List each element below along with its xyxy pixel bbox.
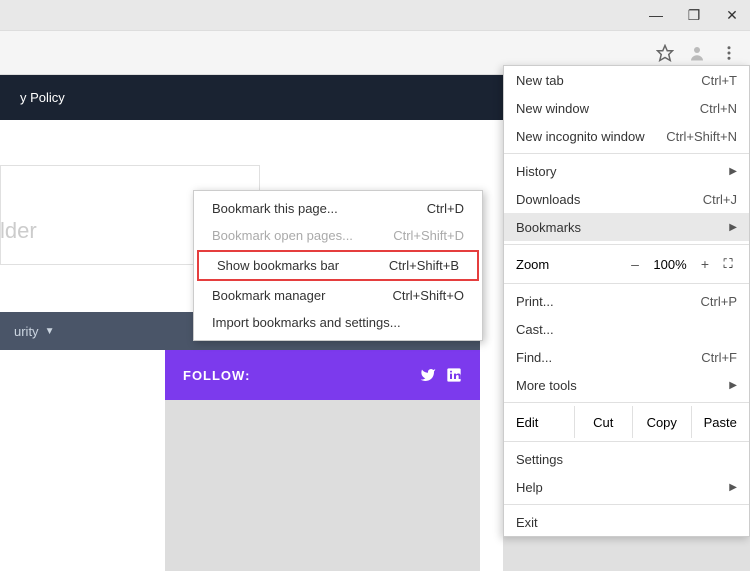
zoom-in[interactable]: + — [691, 256, 719, 272]
highlight-box: Show bookmarks barCtrl+Shift+B — [197, 250, 479, 281]
menu-help[interactable]: Help▶ — [504, 473, 749, 501]
zoom-label: Zoom — [516, 257, 621, 272]
header-text: y Policy — [20, 90, 65, 105]
profile-icon[interactable] — [688, 44, 706, 62]
menu-print[interactable]: Print...Ctrl+P — [504, 287, 749, 315]
titlebar: — ❐ ✕ — [0, 0, 750, 31]
paste-button[interactable]: Paste — [691, 406, 750, 438]
submenu-import[interactable]: Import bookmarks and settings... — [194, 309, 482, 336]
copy-button[interactable]: Copy — [632, 406, 691, 438]
menu-incognito[interactable]: New incognito windowCtrl+Shift+N — [504, 122, 749, 150]
edit-label: Edit — [504, 406, 574, 438]
menu-new-tab[interactable]: New tabCtrl+T — [504, 66, 749, 94]
cut-button[interactable]: Cut — [574, 406, 633, 438]
menu-bookmarks[interactable]: Bookmarks▶ — [504, 213, 749, 241]
zoom-value: 100% — [649, 257, 691, 272]
menu-settings[interactable]: Settings — [504, 445, 749, 473]
submenu-bookmark-manager[interactable]: Bookmark managerCtrl+Shift+O — [194, 282, 482, 309]
placeholder-text: lder — [0, 218, 37, 244]
menu-history[interactable]: History▶ — [504, 157, 749, 185]
menu-new-window[interactable]: New windowCtrl+N — [504, 94, 749, 122]
linkedin-icon[interactable] — [446, 367, 462, 383]
bookmarks-submenu: Bookmark this page...Ctrl+D Bookmark ope… — [193, 190, 483, 341]
menu-downloads[interactable]: DownloadsCtrl+J — [504, 185, 749, 213]
submenu-bookmark-open: Bookmark open pages...Ctrl+Shift+D — [194, 222, 482, 249]
content-area — [165, 400, 480, 571]
minimize-button[interactable]: — — [646, 5, 666, 25]
security-label: urity — [14, 324, 39, 339]
chevron-down-icon: ▼ — [45, 326, 55, 337]
menu-find[interactable]: Find...Ctrl+F — [504, 343, 749, 371]
submenu-show-bookmarks-bar[interactable]: Show bookmarks barCtrl+Shift+B — [199, 252, 477, 279]
zoom-out[interactable]: – — [621, 256, 649, 272]
follow-bar: FOLLOW: — [165, 350, 480, 400]
fullscreen-icon[interactable]: ⛶ — [719, 256, 737, 272]
submenu-bookmark-page[interactable]: Bookmark this page...Ctrl+D — [194, 195, 482, 222]
chrome-menu: New tabCtrl+T New windowCtrl+N New incog… — [503, 65, 750, 537]
twitter-icon[interactable] — [420, 367, 436, 383]
menu-cast[interactable]: Cast... — [504, 315, 749, 343]
follow-label: FOLLOW: — [183, 368, 250, 383]
menu-icon[interactable] — [720, 44, 738, 62]
close-button[interactable]: ✕ — [722, 5, 742, 25]
menu-edit-row: EditCutCopyPaste — [504, 406, 749, 438]
star-icon[interactable] — [656, 44, 674, 62]
menu-zoom: Zoom–100%+⛶ — [504, 248, 749, 280]
menu-exit[interactable]: Exit — [504, 508, 749, 536]
maximize-button[interactable]: ❐ — [684, 5, 704, 25]
menu-more-tools[interactable]: More tools▶ — [504, 371, 749, 399]
